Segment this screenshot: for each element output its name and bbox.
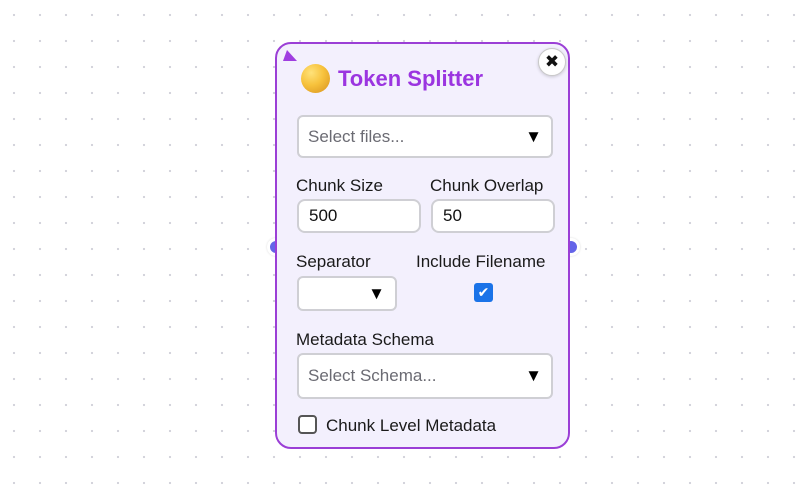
- node-header: Token Splitter: [301, 64, 483, 93]
- separator-select[interactable]: ▼: [297, 276, 397, 311]
- metadata-schema-label: Metadata Schema: [296, 330, 434, 349]
- files-select[interactable]: Select files... ▼: [297, 115, 553, 158]
- chunk-size-label: Chunk Size: [296, 176, 383, 195]
- chunk-overlap-label: Chunk Overlap: [430, 176, 544, 195]
- files-select-placeholder: Select files...: [308, 126, 405, 146]
- checkmark-icon: ✔: [477, 284, 490, 300]
- include-filename-label: Include Filename: [416, 252, 546, 271]
- chevron-down-icon: ▼: [368, 283, 385, 303]
- token-splitter-node[interactable]: ✖ Token Splitter Select files... ▼ Chunk…: [275, 42, 570, 449]
- chunk-overlap-value: 50: [443, 206, 462, 225]
- node-title: Token Splitter: [338, 65, 484, 91]
- chevron-down-icon: ▼: [525, 366, 542, 385]
- metadata-schema-select[interactable]: Select Schema... ▼: [297, 353, 553, 399]
- coin-icon: [301, 64, 330, 93]
- chunk-size-value: 500: [309, 206, 338, 225]
- metadata-schema-placeholder: Select Schema...: [308, 366, 437, 385]
- chunk-level-metadata-label: Chunk Level Metadata: [326, 416, 497, 435]
- close-button[interactable]: ✖: [538, 48, 566, 76]
- include-filename-checkbox[interactable]: ✔: [474, 283, 493, 302]
- chunk-overlap-input[interactable]: 50: [431, 199, 555, 233]
- close-icon: ✖: [544, 52, 560, 71]
- chevron-down-icon: ▼: [525, 126, 542, 146]
- node-corner-marker: [282, 50, 302, 61]
- chunk-level-metadata-checkbox[interactable]: [298, 415, 317, 434]
- chunk-size-input[interactable]: 500: [297, 199, 421, 233]
- separator-label: Separator: [296, 252, 371, 271]
